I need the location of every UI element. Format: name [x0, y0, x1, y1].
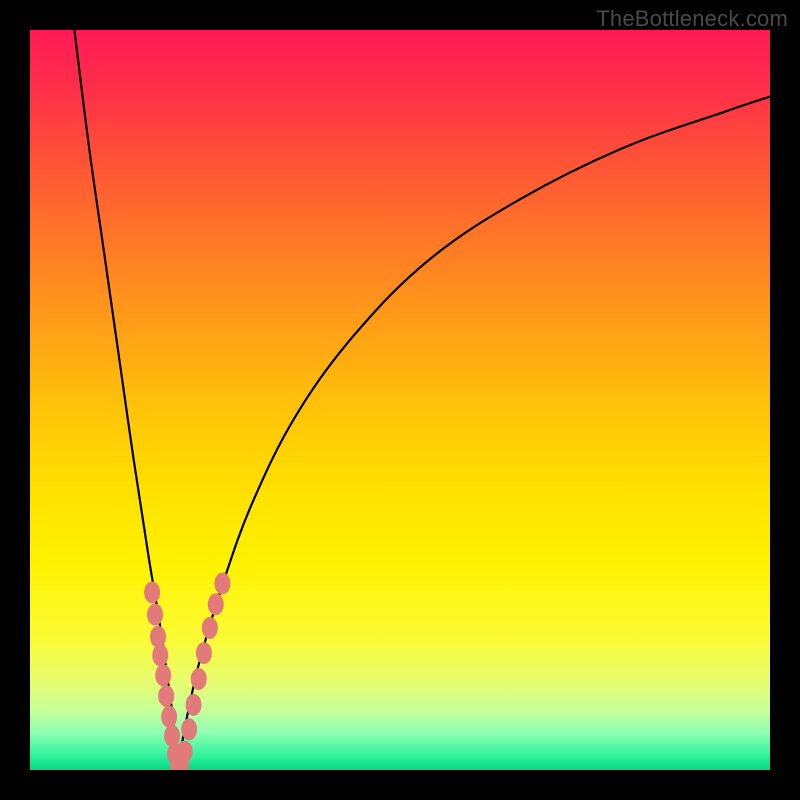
bottleneck-curve-right	[178, 97, 770, 769]
data-point-marker	[147, 604, 163, 626]
chart-frame: TheBottleneck.com	[0, 0, 800, 800]
data-point-marker	[155, 664, 171, 686]
data-point-marker	[177, 741, 193, 763]
data-point-marker	[214, 573, 230, 595]
data-point-marker	[202, 617, 218, 639]
data-point-marker	[186, 694, 202, 716]
data-point-marker	[150, 626, 166, 648]
watermark-text: TheBottleneck.com	[596, 6, 788, 32]
data-point-marker	[196, 642, 212, 664]
data-point-marker	[144, 581, 160, 603]
data-point-marker	[158, 685, 174, 707]
curve-layer	[30, 30, 770, 770]
data-point-marker	[152, 644, 168, 666]
data-point-marker	[181, 718, 197, 740]
plot-area	[30, 30, 770, 770]
data-point-marker	[191, 668, 207, 690]
data-point-marker	[208, 593, 224, 615]
data-point-marker	[161, 706, 177, 728]
